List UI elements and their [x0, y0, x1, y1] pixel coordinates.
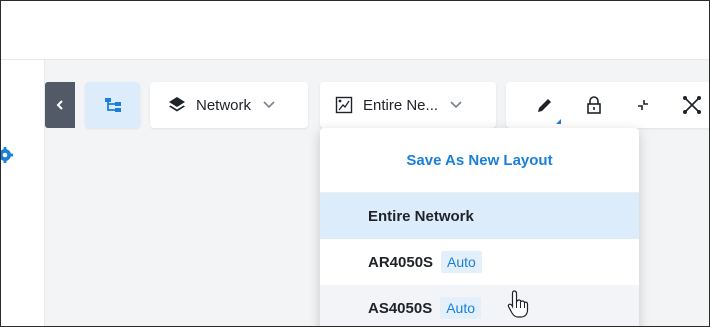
layout-option-as4050s[interactable]: AS4050S Auto — [320, 285, 639, 326]
lock-tool-button[interactable] — [569, 82, 618, 128]
network-dropdown[interactable]: Network — [150, 82, 308, 128]
collapse-arrows-icon — [637, 100, 648, 110]
app-window: Network Entire Ne... Save As New Layout … — [0, 0, 710, 327]
layout-dropdown[interactable]: Entire Ne... — [320, 82, 496, 128]
layout-option-label: AS4050S — [368, 299, 433, 317]
lock-icon — [586, 96, 601, 114]
gear-icon[interactable] — [1, 145, 21, 165]
hand-pointer-icon — [507, 290, 529, 318]
map-tools — [506, 82, 709, 128]
layout-option-entire-network[interactable]: Entire Network — [320, 193, 639, 239]
top-bar — [1, 1, 709, 60]
auto-badge: Auto — [441, 251, 482, 273]
edit-tool-button[interactable] — [520, 82, 569, 128]
network-dropdown-label: Network — [196, 96, 252, 114]
collapse-panel-button[interactable] — [45, 82, 75, 128]
topology-tree-icon — [104, 98, 121, 112]
tool-active-indicator — [556, 119, 561, 124]
layout-menu: Save As New Layout Entire Network AR4050… — [320, 128, 639, 326]
chevron-left-icon — [56, 100, 63, 110]
layout-option-label: Entire Network — [368, 207, 474, 225]
chevron-down-icon — [263, 101, 275, 109]
collapse-tool-button[interactable] — [618, 82, 667, 128]
topology-view-button[interactable] — [85, 82, 140, 128]
layout-map-icon — [335, 96, 353, 114]
expand-network-icon — [682, 96, 701, 114]
chevron-down-icon — [450, 101, 462, 109]
layers-icon — [169, 97, 185, 112]
expand-network-tool-button[interactable] — [667, 82, 709, 128]
layout-option-ar4050s[interactable]: AR4050S Auto — [320, 239, 639, 285]
layout-dropdown-label: Entire Ne... — [363, 96, 439, 114]
pencil-icon — [537, 99, 551, 112]
left-panel — [1, 60, 45, 326]
save-as-new-layout-button[interactable]: Save As New Layout — [320, 128, 639, 193]
auto-badge: Auto — [440, 297, 482, 319]
layout-option-label: AR4050S — [368, 253, 434, 271]
